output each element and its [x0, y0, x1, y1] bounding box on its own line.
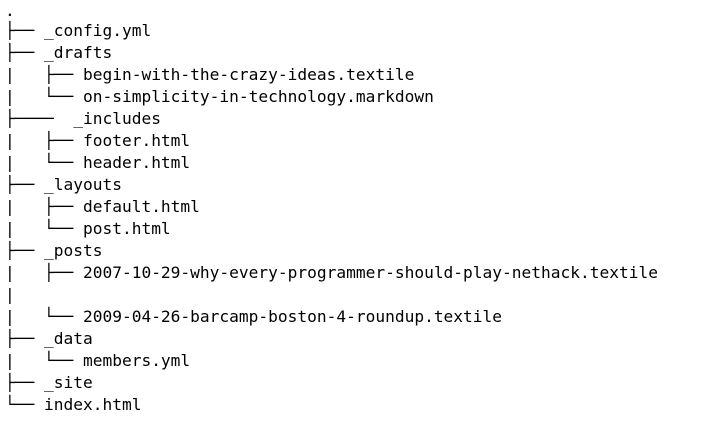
- tree-row: | ├── 2007-10-29-why-every-programmer-sh…: [5, 262, 658, 284]
- tree-row: └── index.html: [5, 394, 141, 416]
- directory-tree: . ├── _config.yml ├── _drafts | ├── begi…: [5, 0, 719, 430]
- tree-root: .: [5, 0, 15, 22]
- tree-entry-name: footer.html: [82, 131, 191, 150]
- tree-connector: | └──: [5, 219, 83, 238]
- tree-connector: ├──: [5, 373, 44, 392]
- tree-entry-name: header.html: [82, 153, 191, 172]
- tree-row: ├── _drafts: [5, 42, 112, 64]
- tree-connector: | ├──: [5, 131, 83, 150]
- tree-connector: | ├──: [5, 197, 83, 216]
- tree-entry-name: begin-with-the-crazy-ideas.textile: [82, 65, 415, 84]
- tree-entry-name: index.html: [43, 395, 142, 414]
- tree-entry-name: 2009-04-26-barcamp-boston-4-roundup.text…: [82, 307, 503, 326]
- tree-row: | └── header.html: [5, 152, 190, 174]
- tree-entry-name: default.html: [82, 197, 200, 216]
- tree-row: ├── _data: [5, 328, 93, 350]
- tree-row: | └── members.yml: [5, 350, 190, 372]
- tree-row: | ├── footer.html: [5, 130, 190, 152]
- tree-connector: | └──: [5, 351, 83, 370]
- tree-connector: ├────: [5, 109, 74, 128]
- tree-connector: | ├──: [5, 263, 83, 282]
- tree-entry-name: _site: [43, 373, 93, 392]
- tree-entry-name: _drafts: [43, 43, 113, 62]
- tree-connector: | └──: [5, 307, 83, 326]
- tree-connector: ├──: [5, 241, 44, 260]
- tree-row: | └── on-simplicity-in-technology.markdo…: [5, 86, 434, 108]
- tree-connector: |: [5, 285, 15, 304]
- tree-connector: ├──: [5, 43, 44, 62]
- tree-entry-name: post.html: [82, 219, 171, 238]
- tree-connector: | └──: [5, 153, 83, 172]
- tree-connector: └──: [5, 395, 44, 414]
- tree-connector: ├──: [5, 175, 44, 194]
- tree-row: | └── 2009-04-26-barcamp-boston-4-roundu…: [5, 306, 502, 328]
- tree-row: | └── post.html: [5, 218, 171, 240]
- tree-row: ├── _site: [5, 372, 93, 394]
- tree-row: ├── _layouts: [5, 174, 122, 196]
- tree-row: | ├── default.html: [5, 196, 200, 218]
- tree-entry-name: _includes: [73, 109, 161, 128]
- tree-row: ├──── _includes: [5, 108, 161, 130]
- tree-connector: ├──: [5, 21, 44, 40]
- tree-connector: ├──: [5, 329, 44, 348]
- tree-entry-name: 2007-10-29-why-every-programmer-should-p…: [82, 263, 658, 282]
- tree-row: ├── _posts: [5, 240, 102, 262]
- tree-entry-name: _config.yml: [43, 21, 152, 40]
- tree-entry-name: _layouts: [43, 175, 122, 194]
- tree-entry-name: _data: [43, 329, 93, 348]
- tree-connector: | ├──: [5, 65, 83, 84]
- tree-row: | ├── begin-with-the-crazy-ideas.textile: [5, 64, 414, 86]
- tree-entry-name: members.yml: [82, 351, 191, 370]
- tree-entry-name: on-simplicity-in-technology.markdown: [82, 87, 434, 106]
- tree-connector: .: [5, 1, 15, 20]
- tree-row: ├── _config.yml: [5, 20, 151, 42]
- tree-connector: | └──: [5, 87, 83, 106]
- tree-blank-connector: |: [5, 284, 15, 306]
- tree-entry-name: _posts: [43, 241, 103, 260]
